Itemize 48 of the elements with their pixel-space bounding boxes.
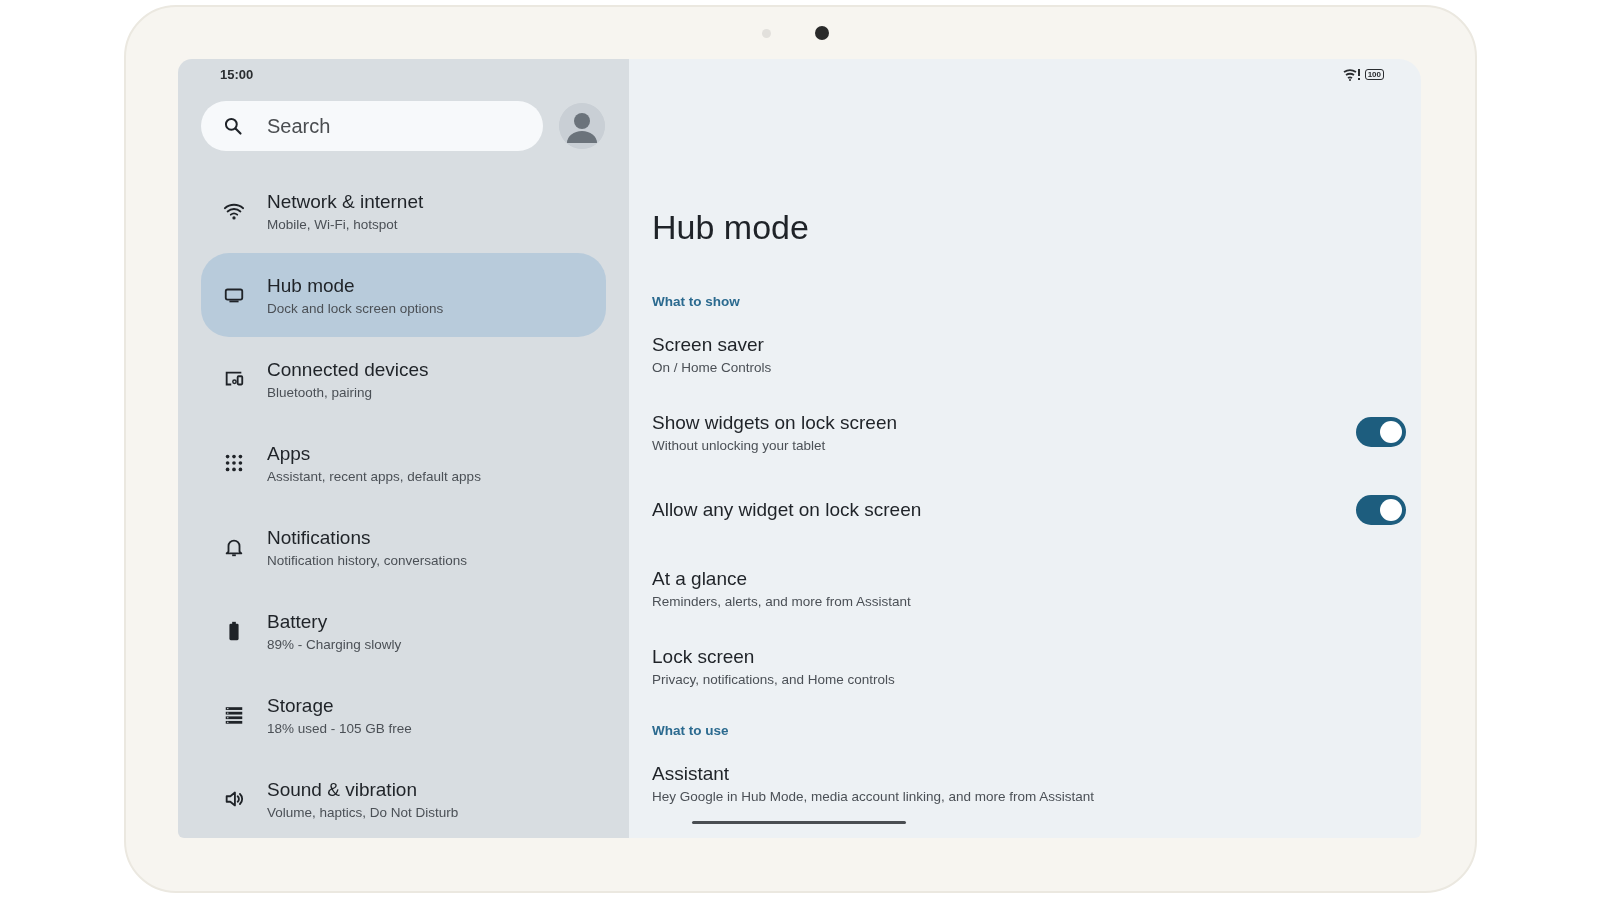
setting-title[interactable]: Allow any widget on lock screen	[652, 499, 922, 521]
setting-subtitle: Reminders, alerts, and more from Assistant	[652, 593, 911, 609]
section-header: What to use	[652, 723, 729, 738]
item-title: Storage	[267, 694, 335, 717]
item-title: Notifications	[267, 526, 372, 549]
status-time: 15:00	[220, 66, 254, 82]
camera-lens	[815, 26, 829, 40]
sidebar-item[interactable]: Battery 89% - Charging slowly	[201, 589, 606, 673]
toggle-switch[interactable]	[1356, 495, 1406, 525]
setting-subtitle: Privacy, notifications, and Home controls	[652, 671, 895, 687]
sidebar-item[interactable]: Apps Assistant, recent apps, default apps	[201, 421, 606, 505]
item-subtitle: 18% used - 105 GB free	[267, 720, 412, 736]
setting-title[interactable]: Lock screen	[652, 645, 895, 668]
storage-icon	[223, 704, 245, 726]
item-subtitle: 89% - Charging slowly	[267, 636, 402, 652]
sidebar-item[interactable]: Connected devices Bluetooth, pairing	[201, 337, 606, 421]
sidebar-item[interactable]: Network & internet Mobile, Wi-Fi, hotspot	[201, 169, 606, 253]
sidebar-item[interactable]: Storage 18% used - 105 GB free	[201, 673, 606, 757]
item-subtitle: Dock and lock screen options	[267, 300, 444, 316]
item-subtitle: Bluetooth, pairing	[267, 384, 374, 400]
setting-title[interactable]: Show widgets on lock screen	[652, 411, 897, 434]
item-subtitle: Notification history, conversations	[267, 552, 468, 568]
page-title: Hub mode	[652, 207, 810, 248]
toggle-switch[interactable]	[1356, 417, 1406, 447]
item-subtitle: Volume, haptics, Do Not Disturb	[267, 804, 459, 820]
search-field[interactable]: Search	[201, 101, 543, 151]
item-title: Network & internet	[267, 190, 424, 213]
wifi-icon	[1342, 67, 1361, 81]
setting-subtitle: On / Home Controls	[652, 359, 772, 375]
item-title: Apps	[267, 442, 312, 465]
item-title: Connected devices	[267, 358, 429, 381]
grid-icon	[223, 452, 245, 474]
setting-title[interactable]: Screen saver	[652, 333, 772, 356]
section-header: What to show	[652, 294, 740, 309]
item-title: Battery	[267, 610, 329, 633]
item-subtitle: Mobile, Wi-Fi, hotspot	[267, 216, 399, 232]
item-title: Hub mode	[267, 274, 356, 297]
sidebar-item[interactable]: Hub mode Dock and lock screen options	[201, 253, 606, 337]
item-title: Sound & vibration	[267, 778, 418, 801]
setting-subtitle: Hey Google in Hub Mode, media account linking, and more from Assistant	[652, 788, 1094, 804]
sidebar-item[interactable]: Notifications Notification history, conversations	[201, 505, 606, 589]
item-subtitle: Assistant, recent apps, default apps	[267, 468, 481, 484]
setting-title[interactable]: At a glance	[652, 567, 911, 590]
setting-title[interactable]: Assistant	[652, 762, 1094, 785]
sidebar-item[interactable]: Sound & vibration Volume, haptics, Do Not Disturb	[201, 757, 606, 838]
setting-subtitle: Without unlocking your tablet	[652, 437, 827, 453]
gesture-handle[interactable]	[692, 821, 906, 824]
battery-level: 100	[1364, 68, 1384, 80]
